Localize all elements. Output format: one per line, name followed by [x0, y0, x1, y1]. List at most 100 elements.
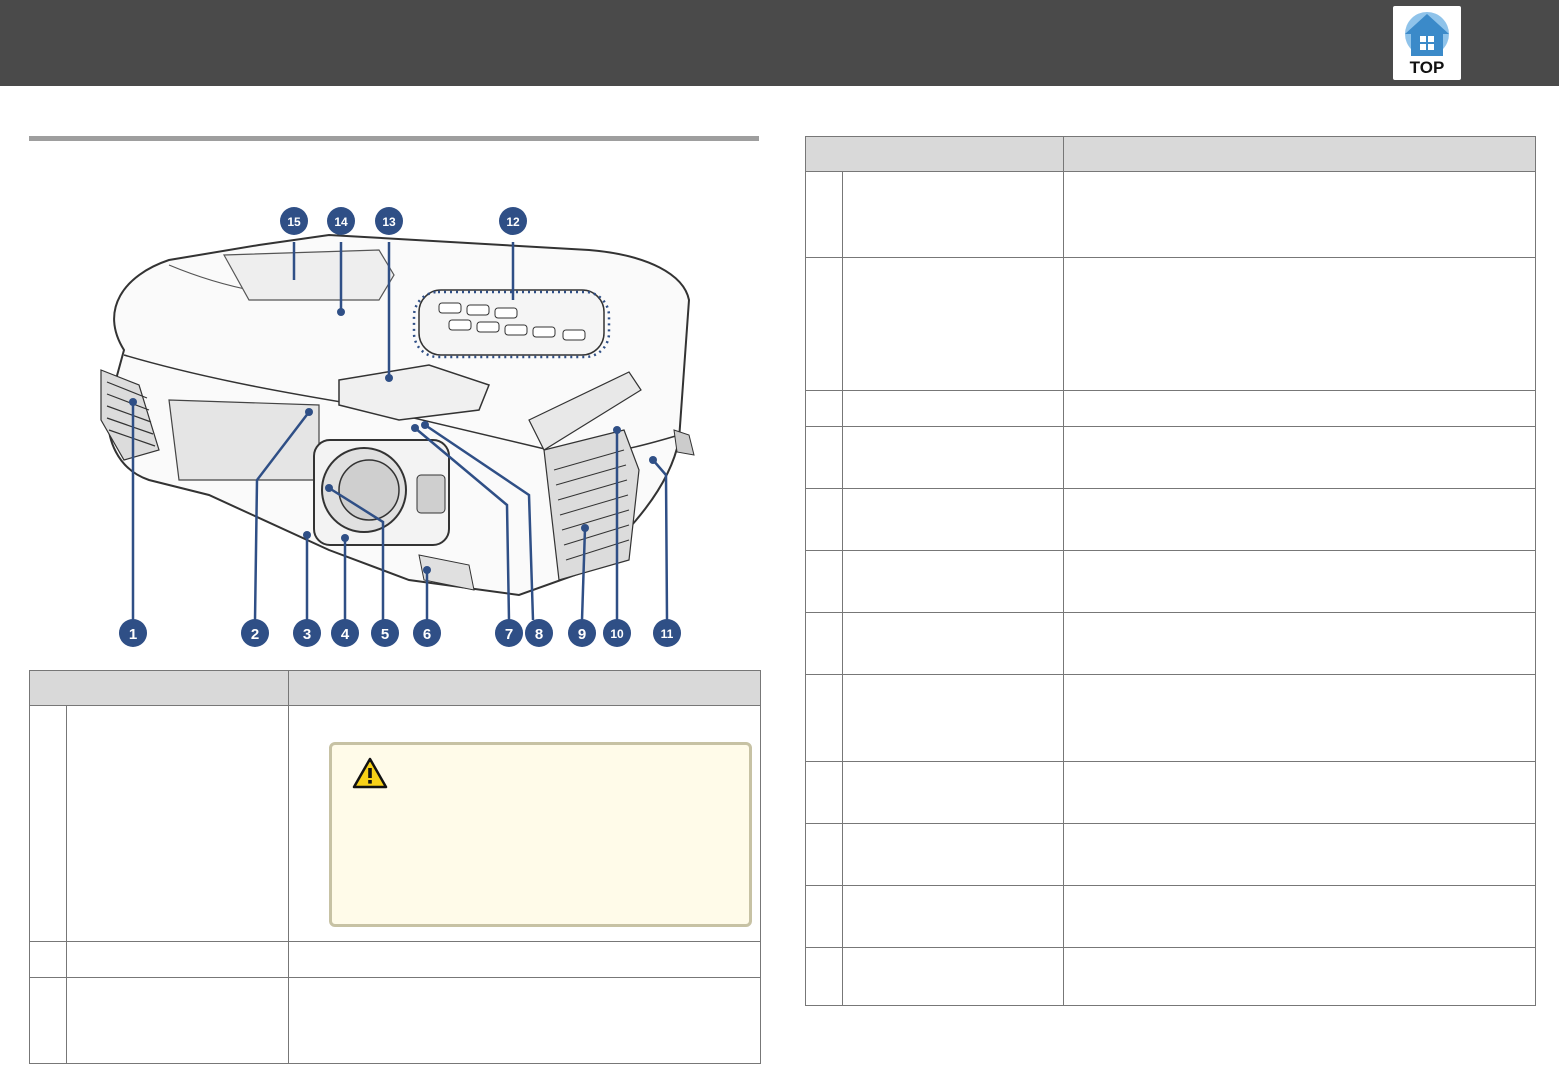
row-name-cell [842, 761, 1064, 824]
row-function-cell [1063, 823, 1536, 886]
table-row [805, 171, 1536, 258]
row-number-cell [805, 674, 843, 762]
table-row [805, 885, 1536, 948]
row-function-cell [1063, 171, 1536, 258]
row-number-cell [805, 612, 843, 675]
callout-1: 1 [119, 619, 147, 647]
row-number-cell [805, 390, 843, 427]
row-number-cell [805, 488, 843, 551]
top-button-label: TOP [1409, 58, 1445, 77]
svg-text:4: 4 [341, 626, 350, 643]
column-header-function [1063, 136, 1536, 172]
svg-text:3: 3 [303, 626, 311, 643]
svg-text:6: 6 [423, 626, 431, 643]
svg-text:2: 2 [251, 626, 259, 643]
row-number-cell [805, 171, 843, 258]
table-row [805, 488, 1536, 551]
row-function-cell [1063, 885, 1536, 948]
callout-15: 15 [280, 207, 308, 235]
row-name-cell [842, 947, 1064, 1006]
warning-callout [329, 742, 752, 927]
row-name-cell [842, 823, 1064, 886]
table-row [29, 705, 761, 942]
callout-11: 11 [653, 619, 681, 647]
row-number-cell [805, 947, 843, 1006]
svg-text:8: 8 [535, 626, 543, 643]
row-function-cell [1063, 390, 1536, 427]
row-name-cell [842, 488, 1064, 551]
table-row [805, 550, 1536, 613]
row-name-cell [66, 705, 289, 942]
table-row [29, 977, 761, 1064]
row-name-cell [66, 941, 289, 978]
callout-6: 6 [413, 619, 441, 647]
callout-2: 2 [241, 619, 269, 647]
table-row [805, 823, 1536, 886]
row-number-cell [29, 941, 67, 978]
column-header-name [29, 670, 289, 706]
row-number-cell [29, 705, 67, 942]
section-title-rule [29, 136, 759, 141]
table-row [805, 612, 1536, 675]
callout-7: 7 [495, 619, 523, 647]
table-row [805, 390, 1536, 427]
row-function-cell [1063, 257, 1536, 391]
row-function-cell [1063, 674, 1536, 762]
row-function-cell [288, 941, 761, 978]
callout-4: 4 [331, 619, 359, 647]
row-function-cell [1063, 426, 1536, 489]
warning-triangle-icon [352, 757, 388, 789]
callout-8: 8 [525, 619, 553, 647]
row-name-cell [842, 550, 1064, 613]
row-function-cell [1063, 761, 1536, 824]
row-name-cell [66, 977, 289, 1064]
table-row [805, 426, 1536, 489]
top-button[interactable]: TOP [1393, 6, 1461, 80]
svg-text:15: 15 [287, 215, 301, 229]
callout-3: 3 [293, 619, 321, 647]
svg-text:13: 13 [382, 215, 396, 229]
callout-14: 14 [327, 207, 355, 235]
page-header-bar [0, 0, 1559, 86]
row-name-cell [842, 885, 1064, 948]
table-row [805, 257, 1536, 391]
row-name-cell [842, 674, 1064, 762]
parts-table-right [805, 136, 1536, 1006]
row-number-cell [805, 823, 843, 886]
callout-12: 12 [499, 207, 527, 235]
row-name-cell [842, 612, 1064, 675]
row-number-cell [805, 426, 843, 489]
row-number-cell [805, 885, 843, 948]
row-name-cell [842, 390, 1064, 427]
row-name-cell [842, 171, 1064, 258]
svg-text:11: 11 [661, 627, 674, 641]
row-number-cell [805, 550, 843, 613]
table-row [29, 941, 761, 978]
table-row [805, 761, 1536, 824]
parts-table-left [29, 670, 761, 1064]
row-function-cell [1063, 550, 1536, 613]
row-number-cell [29, 977, 67, 1064]
callout-9: 9 [568, 619, 596, 647]
row-function-cell [1063, 947, 1536, 1006]
row-function-cell [1063, 488, 1536, 551]
row-number-cell [805, 761, 843, 824]
row-function-cell [288, 977, 761, 1064]
column-header-function [288, 670, 761, 706]
row-name-cell [842, 426, 1064, 489]
projector-illustration: 1 2 3 4 5 6 7 8 9 10 11 12 13 14 15 [100, 207, 695, 647]
row-number-cell [805, 257, 843, 391]
callout-13: 13 [375, 207, 403, 235]
row-name-cell [842, 257, 1064, 391]
row-function-cell [288, 705, 761, 942]
svg-text:1: 1 [129, 626, 137, 643]
callout-10: 10 [603, 619, 631, 647]
row-function-cell [1063, 612, 1536, 675]
callout-5: 5 [371, 619, 399, 647]
table-row [805, 947, 1536, 1006]
svg-text:10: 10 [610, 627, 624, 641]
svg-text:9: 9 [578, 626, 586, 643]
svg-text:7: 7 [505, 626, 513, 643]
table-row [805, 674, 1536, 762]
svg-text:5: 5 [381, 626, 389, 643]
